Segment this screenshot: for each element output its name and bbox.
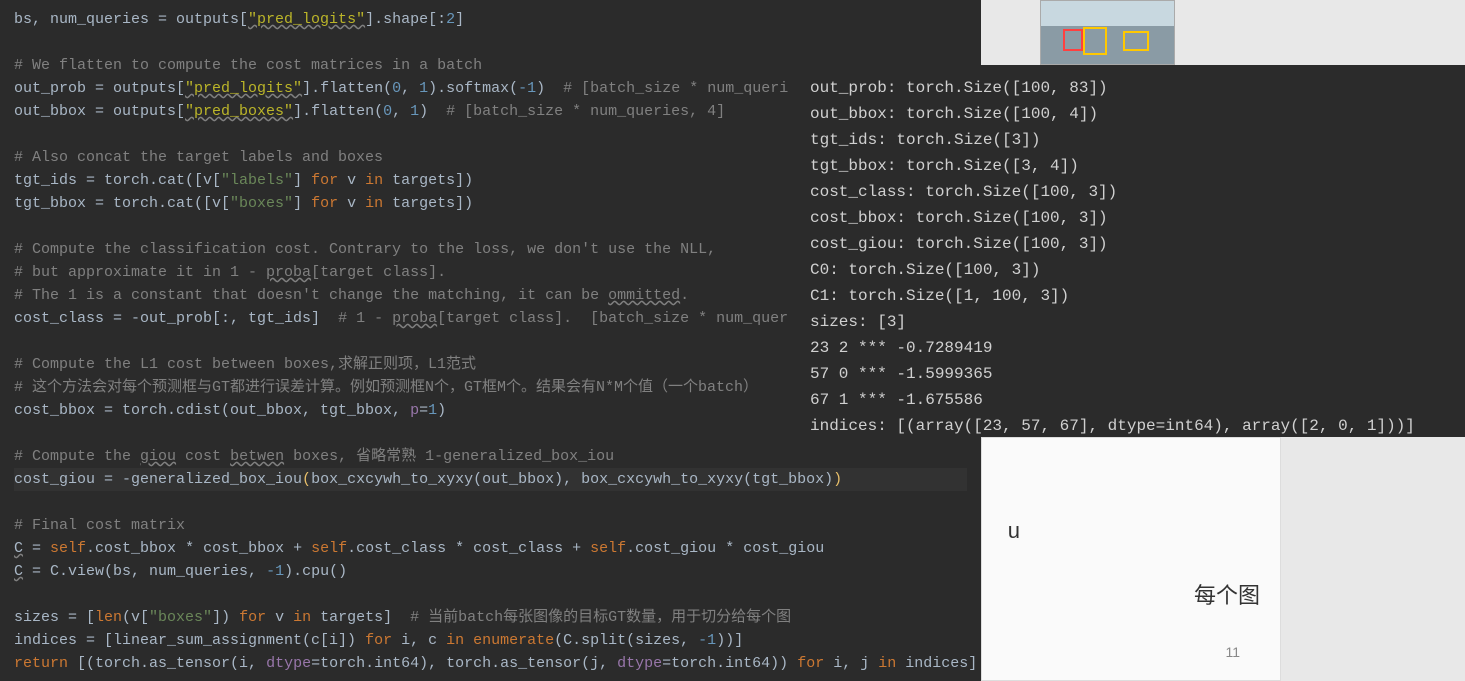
code-comment-class-3: # The 1 is a constant that doesn't chang… (14, 287, 689, 304)
code-line-sizes: sizes = [len(v["boxes"]) for v in target… (14, 609, 791, 626)
code-comment-l1: # Compute the L1 cost between boxes,求解正则… (14, 356, 476, 373)
code-comment-class-2: # but approximate it in 1 - proba[target… (14, 264, 446, 281)
code-line-outbbox: out_bbox = outputs["pred_boxes"].flatten… (14, 103, 725, 120)
bbox-yellow-2 (1123, 31, 1149, 51)
output-console[interactable]: out_prob: torch.Size([100, 83]) out_bbox… (790, 65, 1465, 437)
code-line-indices: indices = [linear_sum_assignment(c[i]) f… (14, 632, 743, 649)
output-line: out_prob: torch.Size([100, 83]) (810, 79, 1108, 97)
code-line-outprob: out_prob = outputs["pred_logits"].flatte… (14, 80, 788, 97)
code-comment-flatten: # We flatten to compute the cost matrice… (14, 57, 482, 74)
code-line-cview: C = C.view(bs, num_queries, -1).cpu() (14, 563, 347, 580)
background-slide: u 每个图 11 (981, 437, 1281, 681)
output-line: C1: torch.Size([1, 100, 3]) (810, 287, 1069, 305)
code-line-costclass: cost_class = -out_prob[:, tgt_ids] # 1 -… (14, 310, 788, 327)
slide-text-fragment: 每个图 (1194, 578, 1260, 610)
detection-image (1040, 0, 1175, 65)
output-line: tgt_ids: torch.Size([3]) (810, 131, 1040, 149)
slide-page-number: 11 (1225, 644, 1240, 660)
output-line: 67 1 *** -1.675586 (810, 391, 983, 409)
code-line-costbbox: cost_bbox = torch.cdist(out_bbox, tgt_bb… (14, 402, 446, 419)
output-line: cost_giou: torch.Size([100, 3]) (810, 235, 1108, 253)
bbox-yellow-1 (1083, 27, 1107, 55)
output-line: sizes: [3] (810, 313, 906, 331)
bbox-red (1063, 29, 1083, 51)
code-comment-class-1: # Compute the classification cost. Contr… (14, 241, 716, 258)
code-comment-method: # 这个方法会对每个预测框与GT都进行误差计算。例如预测框N个，GT框M个。结果… (14, 379, 758, 396)
code-line-return: return [(torch.as_tensor(i, dtype=torch.… (14, 655, 977, 672)
output-line: tgt_bbox: torch.Size([3, 4]) (810, 157, 1079, 175)
slide-text-fragment-2: u (1008, 518, 1020, 544)
output-line: 23 2 *** -0.7289419 (810, 339, 992, 357)
code-line-tgtbbox: tgt_bbox = torch.cat([v["boxes"] for v i… (14, 195, 473, 212)
output-line: cost_bbox: torch.Size([100, 3]) (810, 209, 1108, 227)
code-line-tgtids: tgt_ids = torch.cat([v["labels"] for v i… (14, 172, 473, 189)
output-line: C0: torch.Size([100, 3]) (810, 261, 1040, 279)
code-line-costgiou: cost_giou = -generalized_box_iou(box_cxc… (14, 468, 967, 491)
code-comment-giou: # Compute the giou cost betwen boxes, 省略… (14, 448, 614, 465)
code-line-cost-sum: C = self.cost_bbox * cost_bbox + self.co… (14, 540, 824, 557)
code-comment-final: # Final cost matrix (14, 517, 185, 534)
output-line: cost_class: torch.Size([100, 3]) (810, 183, 1117, 201)
output-line: indices: [(array([23, 57, 67], dtype=int… (810, 417, 1415, 435)
code-comment-concat: # Also concat the target labels and boxe… (14, 149, 383, 166)
code-line-1: bs, num_queries = outputs["pred_logits"]… (14, 11, 464, 28)
output-line: out_bbox: torch.Size([100, 4]) (810, 105, 1098, 123)
output-line: 57 0 *** -1.5999365 (810, 365, 992, 383)
